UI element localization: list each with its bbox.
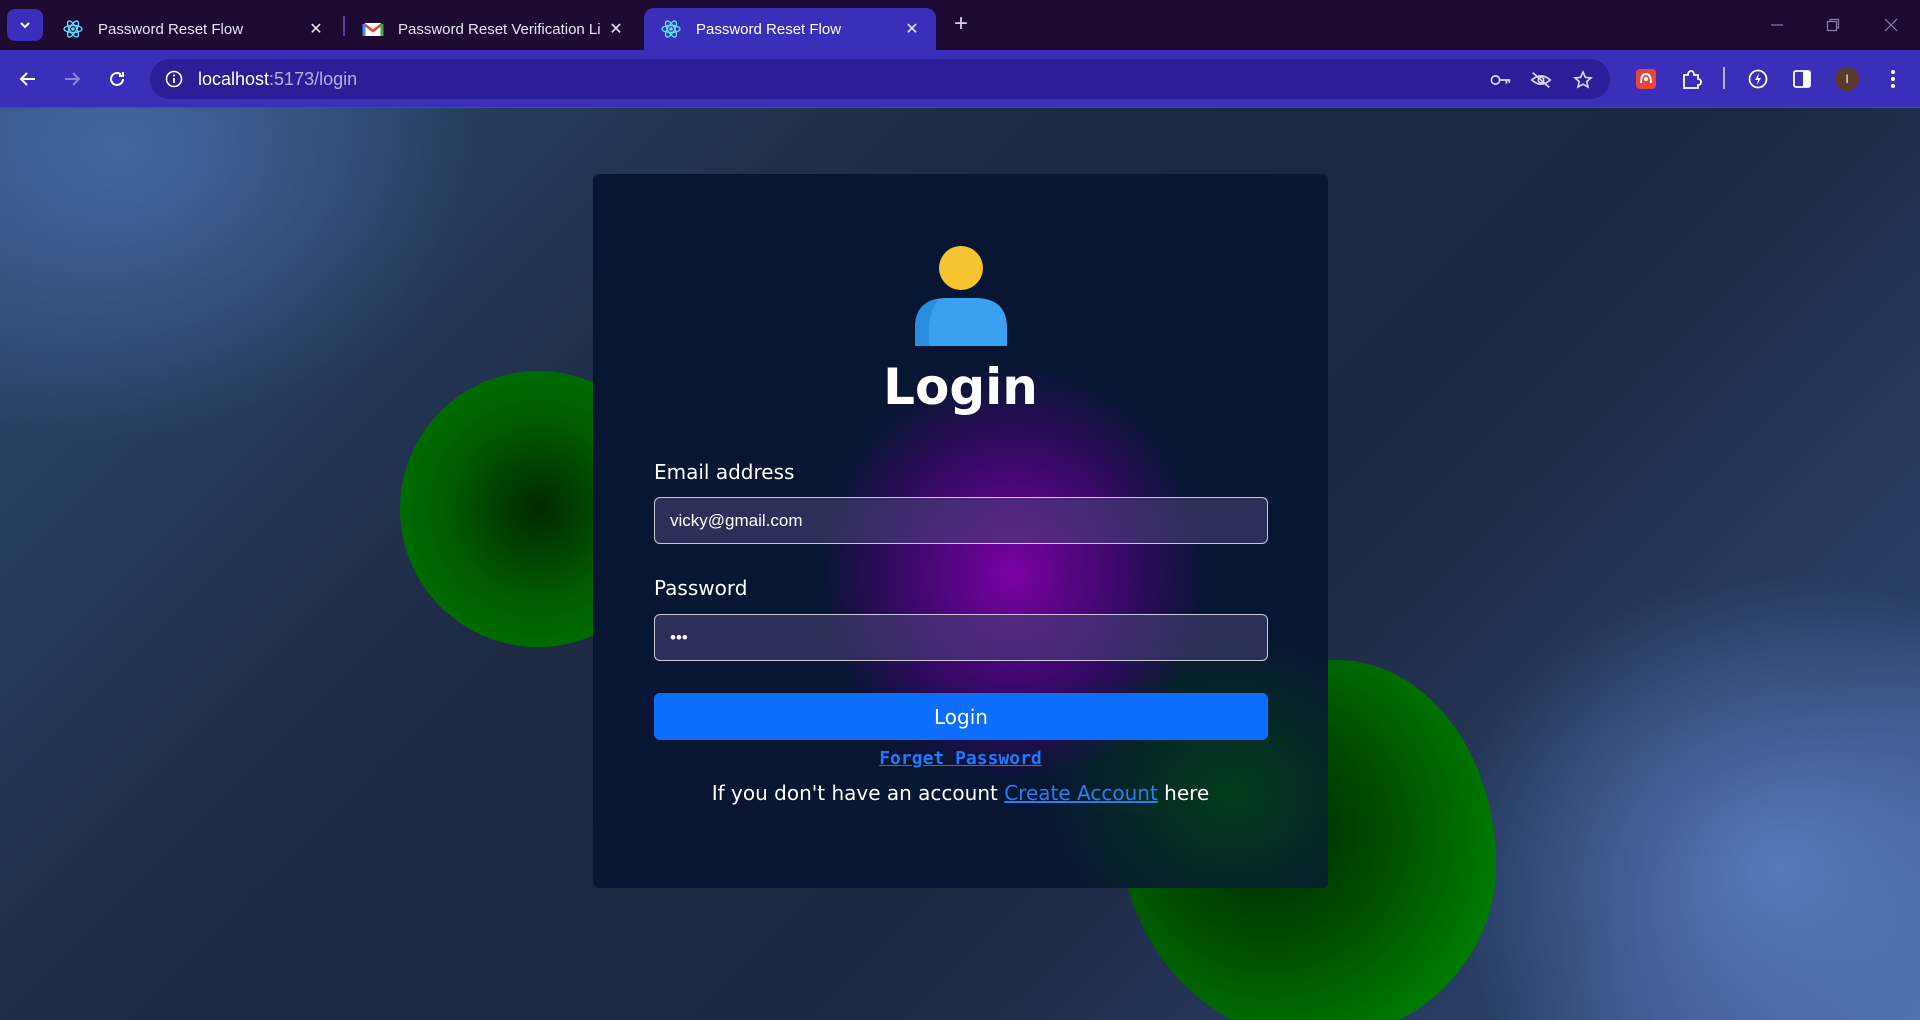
url-path: :5173/login — [269, 68, 358, 89]
url-text[interactable]: localhost:5173/login — [198, 69, 357, 90]
create-account-link[interactable]: Create Account — [1004, 781, 1158, 805]
new-tab-button[interactable]: + — [948, 12, 974, 38]
key-icon[interactable] — [1490, 69, 1512, 91]
arrow-left-icon — [19, 72, 35, 86]
react-icon — [660, 18, 682, 40]
arrow-right-icon — [65, 72, 81, 86]
more-menu-icon[interactable] — [1880, 66, 1906, 92]
back-button[interactable] — [13, 64, 43, 94]
performance-icon[interactable] — [1745, 66, 1771, 92]
side-panel-icon[interactable] — [1789, 66, 1815, 92]
window-close-icon[interactable] — [1876, 10, 1906, 40]
user-icon — [915, 246, 1007, 346]
forget-password-link[interactable]: Forget Password — [879, 748, 1042, 769]
tab-search-button[interactable] — [7, 9, 43, 41]
reload-icon — [110, 71, 124, 86]
gmail-icon — [362, 18, 384, 40]
signup-prompt: If you don't have an account Create Acco… — [593, 781, 1328, 805]
url-host: localhost — [198, 68, 270, 89]
reload-button[interactable] — [102, 64, 132, 94]
address-bar[interactable]: localhost:5173/login — [150, 59, 1610, 99]
forget-password-row: Forget Password — [593, 748, 1328, 769]
minimize-icon[interactable] — [1762, 10, 1792, 40]
avatar[interactable]: I — [1835, 67, 1859, 91]
page-viewport: Login Email address vicky@gmail.com Pass… — [0, 108, 1920, 1020]
site-info-icon[interactable] — [162, 67, 186, 91]
star-icon[interactable] — [1572, 69, 1594, 91]
tab-title: Password Reset Flow — [98, 20, 244, 38]
react-icon — [62, 18, 84, 40]
close-icon[interactable]: ✕ — [606, 19, 626, 39]
signup-prefix: If you don't have an account — [711, 781, 1005, 805]
password-field[interactable]: ••• — [654, 614, 1268, 661]
forward-button[interactable] — [57, 64, 87, 94]
email-value: vicky@gmail.com — [670, 510, 803, 530]
close-icon[interactable]: ✕ — [306, 19, 326, 39]
extension-icon[interactable] — [1633, 66, 1659, 92]
tab-password-reset-flow-active[interactable]: Password Reset Flow ✕ — [644, 8, 936, 50]
email-label: Email address — [654, 460, 795, 484]
tab-gmail-verification[interactable]: Password Reset Verification Link ✕ — [346, 8, 640, 50]
tab-title: Password Reset Verification Link — [398, 20, 600, 38]
tab-divider — [343, 16, 345, 36]
password-value: ••• — [670, 627, 688, 647]
login-card: Login Email address vicky@gmail.com Pass… — [593, 174, 1328, 888]
login-button[interactable]: Login — [654, 693, 1268, 740]
tab-title: Password Reset Flow — [696, 20, 842, 38]
page-title: Login — [883, 358, 1038, 416]
restore-icon[interactable] — [1818, 10, 1848, 40]
browser-toolbar: localhost:5173/login — [0, 50, 1920, 108]
puzzle-icon[interactable] — [1678, 66, 1704, 92]
tab-password-reset-flow-1[interactable]: Password Reset Flow ✕ — [46, 8, 340, 50]
chevron-down-icon — [20, 22, 30, 29]
signup-suffix: here — [1157, 781, 1210, 805]
password-label: Password — [654, 576, 748, 600]
eye-off-icon[interactable] — [1530, 69, 1552, 91]
close-icon[interactable]: ✕ — [902, 19, 922, 39]
toolbar-divider — [1723, 67, 1725, 89]
tab-strip: Password Reset Flow ✕ Password Reset Ver… — [0, 0, 1920, 50]
email-field[interactable]: vicky@gmail.com — [654, 497, 1268, 544]
